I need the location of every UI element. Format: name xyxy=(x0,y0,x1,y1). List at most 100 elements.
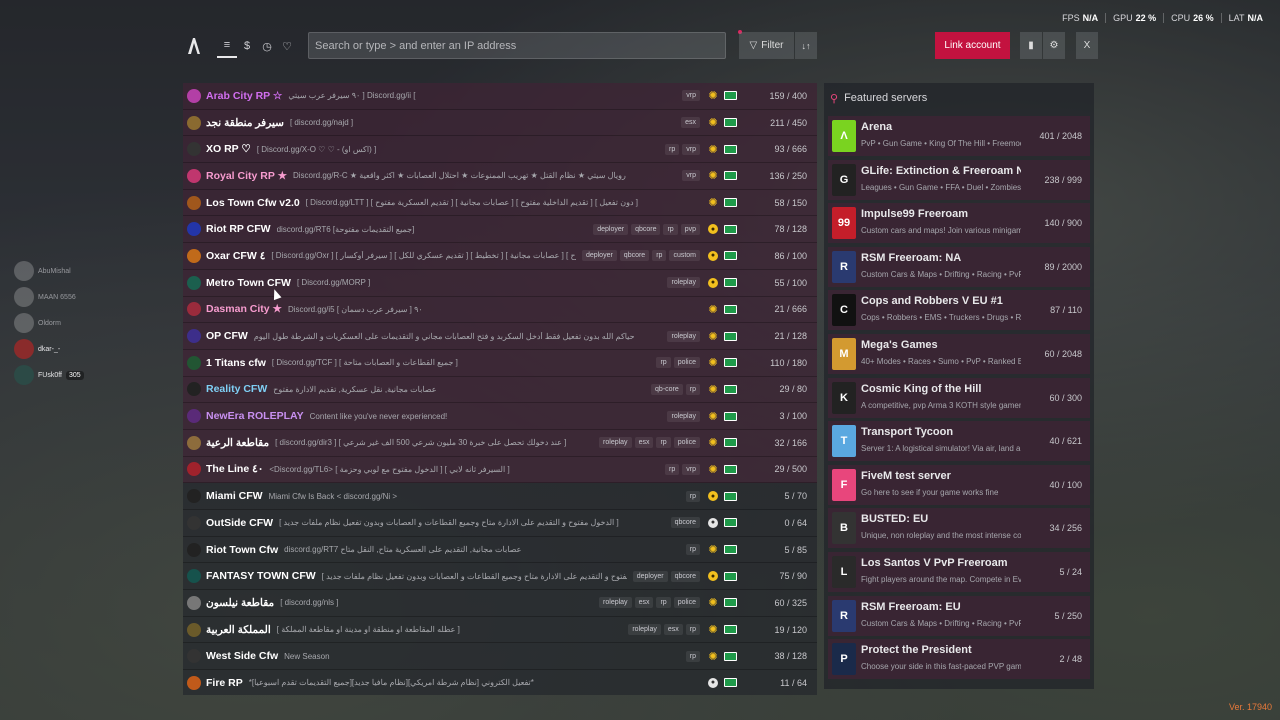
server-row[interactable]: مقاطعة الرعية [ discord.gg/dir3 ] [ عند د… xyxy=(183,429,817,457)
boost-sun-icon: ✺ xyxy=(708,597,718,610)
server-icon xyxy=(187,195,201,210)
server-status-icons: ✺ xyxy=(708,197,737,209)
server-row[interactable]: Los Town Cfw v2.0 [ Discord.gg/LTT ] [ تق… xyxy=(183,189,817,217)
friend-item[interactable]: FUsk0ff 305 xyxy=(14,362,94,388)
sort-button[interactable]: ↓↑ xyxy=(795,32,817,59)
server-row[interactable]: FANTASY TOWN CFW [ الدخول مفتوح و التقديم… xyxy=(183,563,817,591)
featured-server-title: Arena xyxy=(861,121,893,133)
featured-server-card[interactable]: G GLife: Extinction & Freeroam New Season… xyxy=(828,159,1090,200)
featured-server-card[interactable]: R RSM Freeroam: NA Custom Cars & Maps • Dr… xyxy=(828,246,1090,287)
server-tag: police xyxy=(673,357,700,369)
server-icon xyxy=(187,382,201,397)
featured-server-card[interactable]: M Mega's Games 40+ Modes • Races • Sumo • … xyxy=(828,334,1090,374)
server-name: Reality CFW xyxy=(206,383,268,396)
server-row[interactable]: Oxar CFW ٤ [ Discord.gg/Oxr ] [ سيرفر أوك… xyxy=(183,243,817,270)
featured-server-card[interactable]: L Los Santos V PvP Freeroam Fight players … xyxy=(828,552,1090,592)
server-tag: deployer xyxy=(593,223,629,235)
link-account-button[interactable]: Link account xyxy=(935,32,1010,59)
server-name: Los Town Cfw v2.0 xyxy=(206,196,300,209)
friend-item[interactable]: dkar-_- xyxy=(14,336,94,362)
server-row[interactable]: XO RP ♡ [ Discord.gg/X-O ♡ ♡ - (اكس او) ]… xyxy=(183,136,817,164)
server-description: [ Discord.gg/TCF ] [ جميع القطاعات و الع… xyxy=(271,358,458,368)
server-row[interactable]: West Side Cfw New Season rp ✺ 38 / 128 xyxy=(183,643,817,671)
server-row[interactable]: Arab City RP ☆ ٩٠ سيرفر عرب سيتي ] Discor… xyxy=(183,83,817,110)
featured-server-player-count: 5 / 250 xyxy=(1054,610,1082,621)
featured-server-card[interactable]: B BUSTED: EU Unique, non roleplay and the … xyxy=(828,508,1090,549)
featured-server-icon: M xyxy=(832,338,856,370)
server-tag: esx xyxy=(634,597,654,609)
server-player-count: 211 / 450 xyxy=(770,117,807,128)
server-name: FANTASY TOWN CFW xyxy=(206,570,316,583)
server-row[interactable]: Fire RP *تفعيل الكتروني [نظام شرطة امريكي… xyxy=(183,670,817,695)
featured-server-card[interactable]: T Transport Tycoon Server 1: A logistical … xyxy=(828,421,1090,462)
trash-icon[interactable]: ▮ xyxy=(1020,32,1042,59)
server-name: West Side Cfw xyxy=(206,650,279,663)
boost-sun-icon: ✺ xyxy=(708,463,718,476)
country-flag-icon xyxy=(724,118,737,128)
performance-stats: FPS N/A GPU 22 % CPU 26 % LAT N/A xyxy=(1055,13,1270,23)
featured-server-description: Go here to see if your game works fine xyxy=(861,487,999,497)
server-row[interactable]: Miami CFW Miami Cfw Is Back < discord.gg/… xyxy=(183,483,817,510)
server-row[interactable]: 1 Titans cfw [ Discord.gg/TCF ] [ جميع ال… xyxy=(183,349,817,377)
boost-sun-icon: ✺ xyxy=(708,330,718,343)
featured-server-description: Fight players around the map. Compete in… xyxy=(861,575,1021,584)
server-row[interactable]: سيرفر منطقة نجد [ discord.gg/najd ] esx ✺ 21… xyxy=(183,109,817,137)
server-row[interactable]: Riot RP CFW discord.gg/RT6 [جميع التقديما… xyxy=(183,216,817,244)
featured-server-card[interactable]: K Cosmic King of the Hill A competitive, p… xyxy=(828,377,1090,418)
server-description: [ عطله المقاطعة او منطقة او مدينة او مقا… xyxy=(276,625,460,635)
server-tags: qb-core rp xyxy=(651,383,700,395)
server-row[interactable]: Dasman City ★ Discord.gg/i5 ٩٠ [ سيرفر عر… xyxy=(183,296,817,324)
stat-label: CPU xyxy=(1171,13,1191,23)
gear-icon[interactable]: ⚙ xyxy=(1043,32,1065,59)
featured-server-player-count: 140 / 900 xyxy=(1044,218,1082,229)
server-description: [ discord.gg/nls ] xyxy=(280,598,339,608)
friend-item[interactable]: AbuMishal xyxy=(14,258,94,284)
close-button[interactable]: X xyxy=(1076,32,1098,59)
server-description: عصابات مجانية, نقل عسكرية, تقديم الادارة… xyxy=(273,384,437,394)
boost-sun-icon: ✺ xyxy=(708,650,718,663)
country-flag-icon xyxy=(724,545,737,555)
boost-sun-icon: ✺ xyxy=(708,437,718,450)
list-icon[interactable]: ≡ xyxy=(217,34,237,58)
featured-server-title: Cops and Robbers V EU #1 xyxy=(861,295,1003,308)
featured-server-card[interactable]: Λ Arena PvP • Gun Game • King Of The Hill … xyxy=(828,116,1090,156)
featured-server-card[interactable]: P Protect the President Choose your side i… xyxy=(828,639,1090,680)
featured-server-icon: K xyxy=(832,381,856,414)
server-row[interactable]: Reality CFW عصابات مجانية, نقل عسكرية, تق… xyxy=(183,376,817,404)
server-icon xyxy=(187,275,201,290)
featured-server-description: Custom cars and maps! Join various minig… xyxy=(861,226,1021,236)
server-status-icons: ● xyxy=(708,250,737,261)
server-status-icons: ✺ xyxy=(708,304,737,316)
server-row[interactable]: OP CFW حياكم الله بدون تفعيل فقط أدخل الس… xyxy=(183,323,817,350)
boost-sun-icon: ✺ xyxy=(708,143,718,156)
server-icon xyxy=(187,355,201,370)
featured-server-player-count: 2 / 48 xyxy=(1059,654,1082,665)
clock-icon[interactable]: ◷ xyxy=(257,34,277,58)
server-row[interactable]: المملكة العربية [ عطله المقاطعة او منطقة … xyxy=(183,616,817,644)
heart-icon[interactable]: ♡ xyxy=(277,34,297,58)
featured-server-title: Transport Tycoon xyxy=(861,426,954,439)
dollar-icon[interactable]: $ xyxy=(237,34,257,58)
server-row[interactable]: Riot Town Cfw discord.gg/RT7 عصابات مجاني… xyxy=(183,536,817,564)
server-row[interactable]: مقاطعة نيلسون [ discord.gg/nls ] roleplay e… xyxy=(183,590,817,617)
server-description: Miami Cfw Is Back < discord.gg/Ni > xyxy=(268,491,398,501)
search-input[interactable] xyxy=(308,32,726,59)
country-flag-icon xyxy=(724,411,737,421)
boost-sun-icon: ✺ xyxy=(708,170,718,183)
server-row[interactable]: OutSide CFW [ الدخول مفتوح و التقديم على … xyxy=(183,510,817,537)
fivem-logo-icon[interactable] xyxy=(187,37,201,55)
featured-server-title: FiveM test server xyxy=(861,469,951,482)
featured-server-card[interactable]: F FiveM test server Go here to see if your… xyxy=(828,464,1090,505)
friend-item[interactable]: MAAN 6556 xyxy=(14,284,94,310)
server-row[interactable]: Royal City RP ★ Discord.gg/R-C ★ رويال سي… xyxy=(183,163,817,190)
featured-server-card[interactable]: R RSM Freeroam: EU Custom Cars & Maps • Dr… xyxy=(828,595,1090,636)
server-row[interactable]: The Line ٤٠ <Discord.gg/TL6> [ الدخول مفت… xyxy=(183,456,817,484)
server-player-count: 21 / 666 xyxy=(774,304,807,315)
filter-button[interactable]: ▽ Filter xyxy=(739,32,794,59)
friend-item[interactable]: Oldorm xyxy=(14,310,94,336)
country-flag-icon xyxy=(724,304,737,314)
featured-server-card[interactable]: C Cops and Robbers V EU #1 Cops • Robbers … xyxy=(828,290,1090,331)
server-status-icons: ✺ xyxy=(708,330,737,343)
server-row[interactable]: NewEra ROLEPLAY Content like you've never… xyxy=(183,403,817,430)
featured-server-card[interactable]: 99 Impulse99 Freeroam Custom cars and maps… xyxy=(828,203,1090,244)
